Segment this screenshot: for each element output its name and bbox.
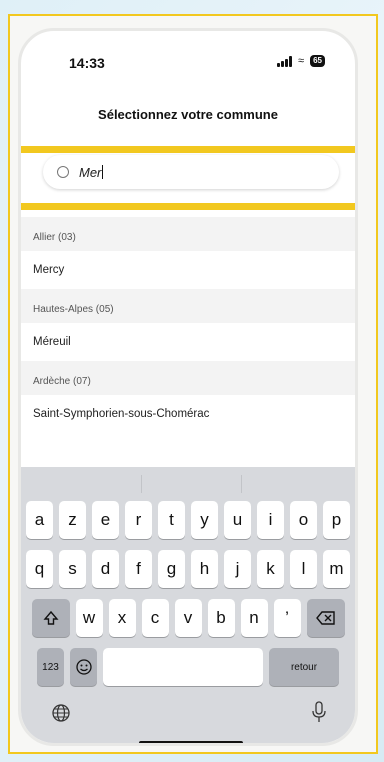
shift-key[interactable] (31, 599, 70, 637)
key[interactable]: t (158, 501, 185, 539)
key[interactable]: o (290, 501, 317, 539)
key[interactable]: f (125, 550, 152, 588)
status-icons: ≈ 65 (277, 55, 325, 67)
key[interactable]: s (59, 550, 86, 588)
key[interactable]: k (257, 550, 284, 588)
keyboard-row-3: w x c v b n ’ (21, 599, 355, 637)
search-value: Mer (79, 164, 102, 180)
key[interactable]: e (92, 501, 119, 539)
key[interactable]: g (158, 550, 185, 588)
key[interactable]: l (290, 550, 317, 588)
commune-item[interactable]: Méreuil (21, 323, 355, 361)
delete-key[interactable] (306, 599, 345, 637)
key[interactable]: w (75, 599, 103, 637)
globe-icon[interactable] (51, 703, 71, 723)
key[interactable]: m (323, 550, 350, 588)
keyboard-row-2: q s d f g h j k l m (21, 550, 355, 588)
key[interactable]: p (323, 501, 350, 539)
page-title: Sélectionnez votre commune (98, 107, 278, 122)
key[interactable]: i (257, 501, 284, 539)
shift-icon (42, 610, 59, 625)
key[interactable]: ’ (273, 599, 301, 637)
emoji-key[interactable] (70, 648, 97, 686)
mic-icon[interactable] (311, 701, 327, 723)
wifi-icon: ≈ (298, 54, 305, 67)
space-key[interactable] (103, 648, 263, 686)
key[interactable]: j (224, 550, 251, 588)
emoji-icon (75, 659, 92, 675)
delete-icon (315, 611, 335, 625)
return-key[interactable]: retour (269, 648, 339, 686)
key[interactable]: h (191, 550, 218, 588)
keyboard-row-1: a z e r t y u i o p (21, 501, 355, 539)
commune-item[interactable]: Saint-Symphorien-sous-Chomérac (21, 395, 355, 433)
key[interactable]: n (240, 599, 268, 637)
key[interactable]: z (59, 501, 86, 539)
numbers-key[interactable]: 123 (37, 648, 64, 686)
phone-screen: 14:33 ≈ 65 Sélectionnez votre commune Me… (18, 28, 358, 746)
key[interactable]: d (92, 550, 119, 588)
key[interactable]: c (141, 599, 169, 637)
commune-item[interactable]: Mercy (21, 251, 355, 289)
signal-icon (277, 55, 293, 67)
keyboard: a z e r t y u i o p q s d f g h j k l m (21, 467, 355, 743)
key[interactable]: v (174, 599, 202, 637)
suggestion-divider (241, 475, 242, 493)
keyboard-row-4: 123 retour (21, 648, 355, 686)
key[interactable]: b (207, 599, 235, 637)
key[interactable]: r (125, 501, 152, 539)
suggestion-bar (21, 467, 355, 501)
suggestion-divider (141, 475, 142, 493)
text-cursor (102, 165, 104, 179)
results-list: Allier (03) Mercy Hautes-Alpes (05) Mére… (21, 217, 355, 433)
home-indicator (139, 741, 243, 743)
key[interactable]: x (108, 599, 136, 637)
key[interactable]: q (26, 550, 53, 588)
department-header: Ardèche (07) (21, 361, 355, 395)
clear-icon[interactable] (57, 166, 69, 178)
key[interactable]: u (224, 501, 251, 539)
key[interactable]: y (191, 501, 218, 539)
status-time: 14:33 (69, 55, 105, 71)
key[interactable]: a (26, 501, 53, 539)
department-header: Allier (03) (21, 217, 355, 251)
status-bar: 14:33 ≈ 65 (21, 31, 355, 81)
department-header: Hautes-Alpes (05) (21, 289, 355, 323)
battery-icon: 65 (310, 55, 325, 67)
keyboard-bottom-bar (21, 697, 355, 743)
search-input[interactable]: Mer (43, 155, 339, 189)
